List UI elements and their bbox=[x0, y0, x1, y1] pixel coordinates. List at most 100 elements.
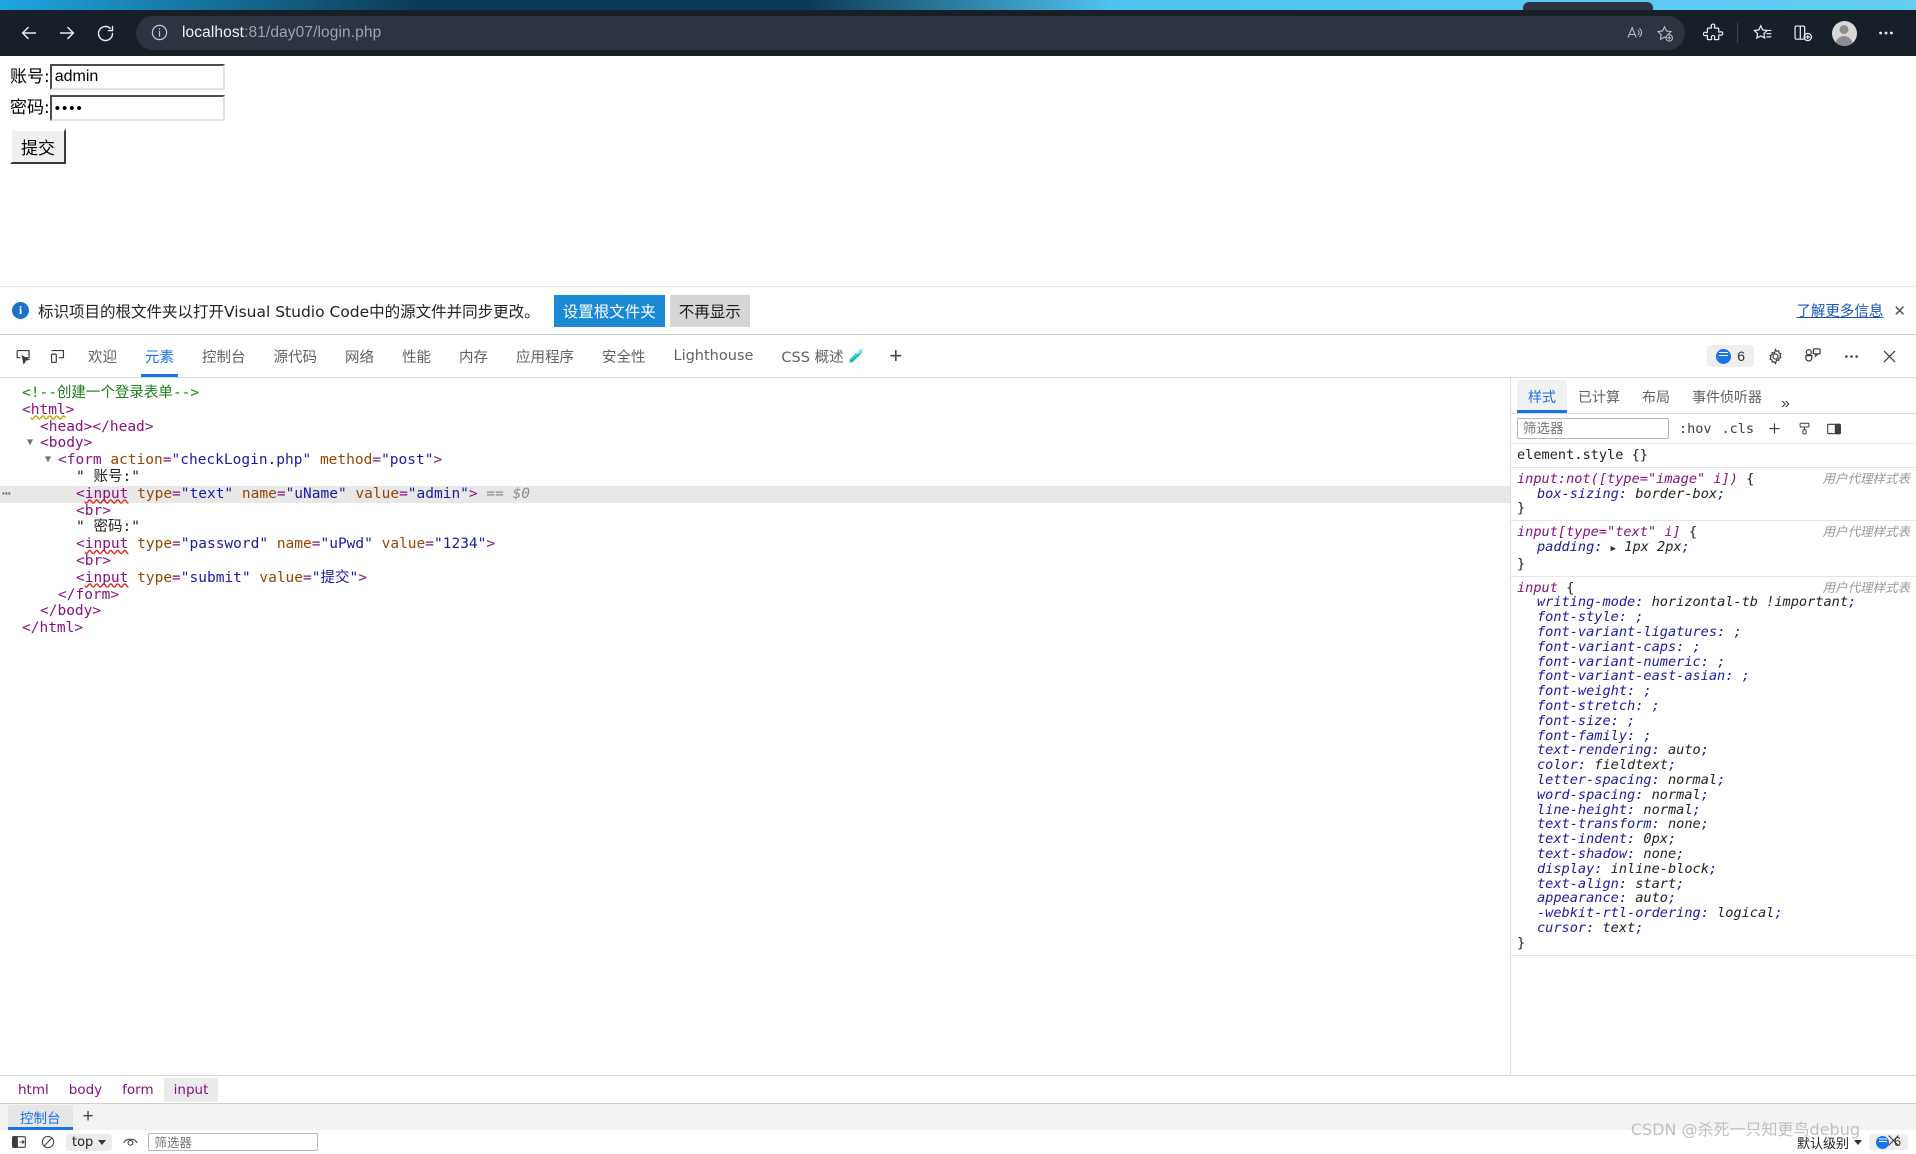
more-options-icon[interactable] bbox=[1834, 340, 1868, 372]
style-declaration[interactable]: display: inline-block; bbox=[1517, 861, 1916, 877]
style-declaration[interactable]: font-variant-east-asian: ; bbox=[1517, 669, 1916, 684]
style-declaration[interactable]: box-sizing: border-box; bbox=[1517, 486, 1916, 502]
live-expression-icon[interactable] bbox=[119, 1132, 141, 1152]
close-icon[interactable]: ✕ bbox=[1893, 302, 1906, 320]
dom-node[interactable]: <br> bbox=[0, 553, 1510, 570]
styles-tab-0[interactable]: 样式 bbox=[1517, 380, 1567, 413]
forward-arrow-icon[interactable] bbox=[48, 16, 86, 50]
tab-console[interactable]: 控制台 bbox=[8, 1104, 73, 1130]
device-toolbar-icon[interactable] bbox=[41, 341, 73, 371]
issues-counter-button[interactable]: 6 bbox=[1707, 345, 1754, 367]
breadcrumb-item-form[interactable]: form bbox=[112, 1078, 163, 1102]
add-favorite-icon[interactable] bbox=[1649, 18, 1679, 48]
read-aloud-icon[interactable] bbox=[1619, 18, 1649, 48]
breadcrumb-item-body[interactable]: body bbox=[59, 1078, 112, 1102]
dom-node[interactable]: <!--创建一个登录表单--> bbox=[0, 385, 1510, 402]
tab-strip[interactable] bbox=[0, 0, 1916, 10]
inspect-element-icon[interactable] bbox=[7, 341, 39, 371]
dom-node[interactable]: </html> bbox=[0, 620, 1510, 637]
expand-twisty-icon[interactable]: ▼ bbox=[27, 435, 33, 452]
node-menu-icon[interactable]: ⋯ bbox=[2, 486, 12, 503]
style-declaration[interactable]: appearance: auto; bbox=[1517, 891, 1916, 906]
site-info-icon[interactable] bbox=[150, 23, 170, 43]
dom-node[interactable]: </form> bbox=[0, 587, 1510, 604]
dom-node[interactable]: <html> bbox=[0, 402, 1510, 419]
style-declaration[interactable]: line-height: normal; bbox=[1517, 802, 1916, 818]
dom-node[interactable]: </body> bbox=[0, 603, 1510, 620]
devtools-tab-1[interactable]: 元素 bbox=[131, 335, 188, 377]
breadcrumb-item-input[interactable]: input bbox=[163, 1077, 219, 1102]
style-declaration[interactable]: text-shadow: none; bbox=[1517, 847, 1916, 862]
console-level-select[interactable]: 默认级别 bbox=[1797, 1133, 1863, 1152]
styles-rules-list[interactable]: element.style {} input:not([type="image" … bbox=[1511, 444, 1916, 1075]
devtools-tab-2[interactable]: 控制台 bbox=[188, 335, 260, 377]
new-style-rule-icon[interactable] bbox=[1764, 419, 1784, 439]
devtools-tab-4[interactable]: 网络 bbox=[331, 335, 388, 377]
dom-node[interactable]: ▼ <body> bbox=[0, 435, 1510, 452]
console-filter-input[interactable] bbox=[148, 1133, 319, 1151]
password-input[interactable] bbox=[49, 95, 225, 121]
profile-avatar-icon[interactable] bbox=[1822, 16, 1866, 50]
style-declaration[interactable]: -webkit-rtl-ordering: logical; bbox=[1517, 906, 1916, 921]
breadcrumb-item-html[interactable]: html bbox=[8, 1078, 59, 1102]
style-rule[interactable]: input[type="text" i] {用户代理样式表 padding: ▶ … bbox=[1511, 521, 1916, 577]
devtools-tab-7[interactable]: 应用程序 bbox=[502, 335, 588, 377]
style-declaration[interactable]: word-spacing: normal; bbox=[1517, 787, 1916, 803]
collections-icon[interactable] bbox=[1742, 16, 1782, 50]
toggle-sidebar-icon[interactable] bbox=[1824, 419, 1844, 439]
rule-selector[interactable]: element.style bbox=[1517, 447, 1623, 463]
style-rule[interactable]: input:not([type="image" i]) {用户代理样式表 box-… bbox=[1511, 468, 1916, 522]
rule-selector[interactable]: input bbox=[1517, 580, 1558, 596]
styles-tab-3[interactable]: 事件侦听器 bbox=[1681, 380, 1773, 413]
dom-node[interactable]: <br> bbox=[0, 503, 1510, 520]
split-screen-icon[interactable] bbox=[1782, 16, 1822, 50]
style-declaration[interactable]: font-family: ; bbox=[1517, 728, 1916, 744]
reload-icon[interactable] bbox=[86, 16, 124, 50]
style-rule[interactable]: element.style {} bbox=[1511, 444, 1916, 468]
dom-node[interactable]: <input type="password" name="uPwd" value… bbox=[0, 536, 1510, 553]
style-declaration[interactable]: text-indent: 0px; bbox=[1517, 832, 1916, 847]
rule-selector[interactable]: input:not([type="image" i]) bbox=[1517, 471, 1738, 487]
style-declaration[interactable]: font-variant-caps: ; bbox=[1517, 639, 1916, 655]
style-declaration[interactable]: font-variant-numeric: ; bbox=[1517, 654, 1916, 670]
add-panel-icon[interactable]: + bbox=[879, 339, 913, 373]
extensions-icon[interactable] bbox=[1693, 16, 1733, 50]
style-declaration[interactable]: font-style: ; bbox=[1517, 610, 1916, 625]
devtools-tab-3[interactable]: 源代码 bbox=[260, 335, 332, 377]
dom-node[interactable]: <input type="submit" value="提交"> bbox=[0, 570, 1510, 587]
rule-selector[interactable]: input[type="text" i] bbox=[1517, 524, 1681, 540]
styles-filter-input[interactable] bbox=[1517, 418, 1669, 439]
dom-tree[interactable]: <!--创建一个登录表单--> <html> <head></head> ▼ <body… bbox=[0, 378, 1510, 1075]
style-declaration[interactable]: font-variant-ligatures: ; bbox=[1517, 625, 1916, 640]
close-drawer-icon[interactable] bbox=[1885, 1132, 1902, 1154]
style-declaration[interactable]: font-weight: ; bbox=[1517, 684, 1916, 699]
url-text[interactable]: localhost:81/day07/login.php bbox=[182, 24, 1619, 42]
style-rule[interactable]: input {用户代理样式表 writing-mode: horizontal-t… bbox=[1511, 577, 1916, 956]
devtools-tab-10[interactable]: CSS 概述 🧪 bbox=[767, 335, 878, 377]
styles-tab-2[interactable]: 布局 bbox=[1631, 380, 1681, 413]
set-root-folder-button[interactable]: 设置根文件夹 bbox=[553, 294, 665, 327]
username-input[interactable] bbox=[49, 64, 225, 90]
style-declaration[interactable]: text-transform: none; bbox=[1517, 817, 1916, 832]
console-context-select[interactable]: top bbox=[66, 1133, 113, 1151]
dom-node[interactable]: <head></head> bbox=[0, 419, 1510, 436]
style-declaration[interactable]: padding: ▶ 1px 2px; bbox=[1517, 540, 1916, 557]
add-drawer-tool-icon[interactable]: + bbox=[73, 1106, 104, 1128]
expand-twisty-icon[interactable]: ▼ bbox=[45, 452, 51, 469]
style-declaration[interactable]: cursor: text; bbox=[1517, 921, 1916, 936]
devtools-tab-9[interactable]: Lighthouse bbox=[660, 335, 768, 377]
settings-more-icon[interactable] bbox=[1866, 16, 1906, 50]
devtools-tab-8[interactable]: 安全性 bbox=[588, 335, 660, 377]
chevron-double-right-icon[interactable]: » bbox=[1773, 395, 1798, 413]
cls-toggle[interactable]: .cls bbox=[1722, 421, 1755, 437]
style-declaration[interactable]: text-rendering: auto; bbox=[1517, 743, 1916, 758]
clear-console-icon[interactable] bbox=[37, 1132, 59, 1152]
style-declaration[interactable]: writing-mode: horizontal-tb !important; bbox=[1517, 595, 1916, 610]
devtools-tab-6[interactable]: 内存 bbox=[445, 335, 502, 377]
close-devtools-icon[interactable] bbox=[1872, 340, 1906, 372]
styles-tab-1[interactable]: 已计算 bbox=[1567, 380, 1631, 413]
customize-devtools-icon[interactable] bbox=[1796, 340, 1830, 372]
style-declaration[interactable]: font-size: ; bbox=[1517, 713, 1916, 729]
dom-node[interactable]: ▼ <form action="checkLogin.php" method="p… bbox=[0, 452, 1510, 469]
style-declaration[interactable]: text-align: start; bbox=[1517, 876, 1916, 892]
